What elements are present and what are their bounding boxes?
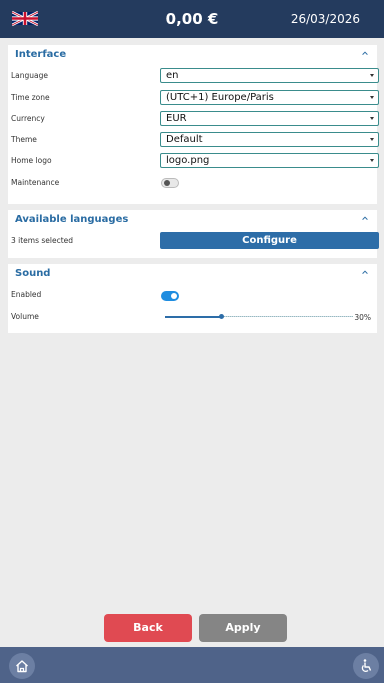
caret-down-icon [370, 138, 374, 141]
configure-button[interactable]: Configure [160, 232, 379, 249]
languages-panel: Available languages 3 items selected Con… [8, 210, 379, 258]
maintenance-toggle[interactable] [161, 178, 179, 188]
languages-summary: 3 items selected [11, 236, 74, 245]
caret-down-icon [370, 74, 374, 77]
home-logo-label: Home logo [11, 156, 52, 165]
theme-select[interactable]: Default [160, 132, 379, 147]
sound-enabled-label: Enabled [11, 290, 42, 299]
caret-down-icon [370, 159, 374, 162]
theme-label: Theme [11, 135, 37, 144]
chevron-up-icon[interactable] [361, 214, 369, 222]
sound-enabled-toggle[interactable] [161, 291, 179, 301]
chevron-up-icon[interactable] [361, 49, 369, 57]
toggle-knob [171, 293, 177, 299]
accessibility-button[interactable] [353, 653, 379, 679]
toggle-knob [164, 180, 170, 186]
caret-down-icon [370, 96, 374, 99]
currency-select[interactable]: EUR [160, 111, 379, 126]
timezone-select[interactable]: (UTC+1) Europe/Paris [160, 90, 379, 105]
volume-value: 30% [354, 313, 371, 322]
timezone-value: (UTC+1) Europe/Paris [166, 92, 274, 103]
theme-value: Default [166, 134, 203, 145]
apply-button[interactable]: Apply [199, 614, 287, 642]
top-bar: 0,00 € 26/03/2026 [0, 0, 384, 38]
sound-panel: Sound Enabled Volume 30% [8, 264, 377, 333]
chevron-up-icon[interactable] [361, 268, 369, 276]
language-select[interactable]: en [160, 68, 379, 83]
back-button[interactable]: Back [104, 614, 192, 642]
caret-down-icon [370, 117, 374, 120]
footer-bar [0, 647, 384, 683]
language-value: en [166, 70, 179, 81]
language-label: Language [11, 71, 49, 80]
home-icon [16, 660, 28, 673]
interface-title: Interface [15, 49, 67, 60]
timezone-label: Time zone [11, 93, 50, 102]
volume-slider-thumb[interactable] [219, 314, 224, 319]
home-logo-value: logo.png [166, 155, 210, 166]
date: 26/03/2026 [290, 12, 360, 26]
home-button[interactable] [9, 653, 35, 679]
interface-panel: Interface Language en Time zone (UTC+1) … [8, 45, 379, 204]
currency-label: Currency [11, 114, 45, 123]
volume-slider-fill [165, 316, 221, 318]
volume-label: Volume [11, 312, 39, 321]
home-logo-select[interactable]: logo.png [160, 153, 379, 168]
maintenance-label: Maintenance [11, 178, 60, 187]
accessibility-icon [361, 659, 372, 672]
sound-title: Sound [15, 268, 51, 279]
languages-title: Available languages [15, 214, 129, 225]
currency-value: EUR [166, 113, 187, 124]
